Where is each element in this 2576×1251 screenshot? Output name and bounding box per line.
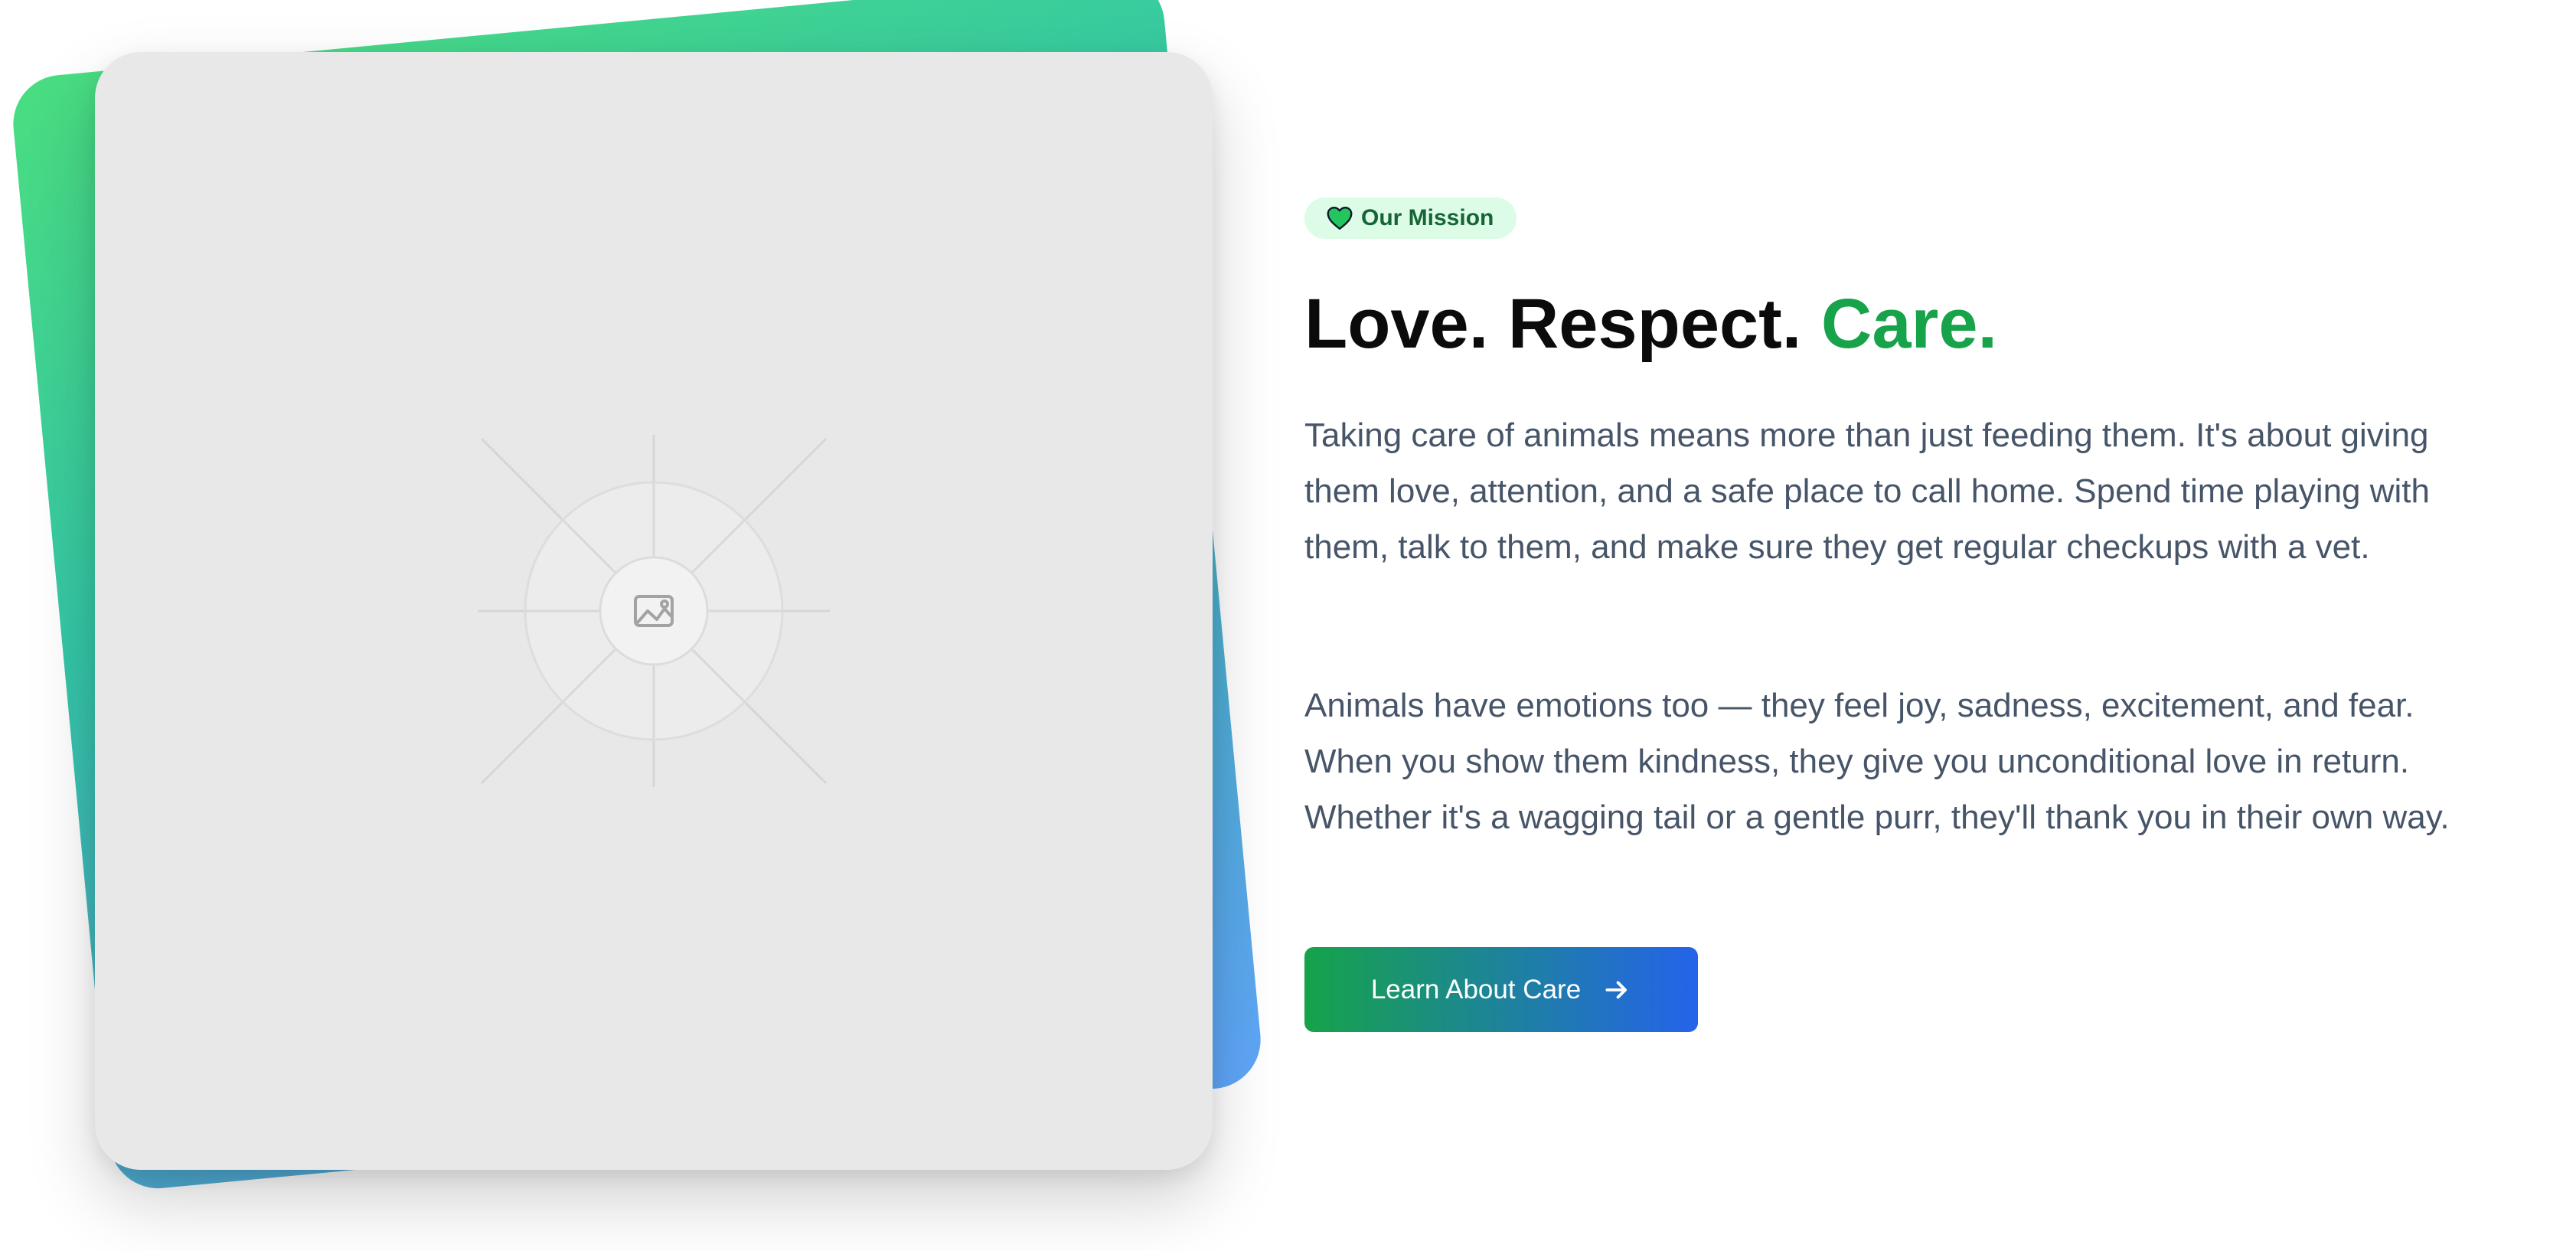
- page-title: Love. Respect. Care.: [1304, 282, 2529, 366]
- intro-paragraph: Taking care of animals means more than j…: [1304, 416, 2430, 566]
- placeholder-inner-ring: [599, 556, 709, 666]
- heart-icon: [1327, 207, 1353, 230]
- title-main: Love. Respect.: [1304, 285, 1821, 363]
- image-card: [95, 52, 1213, 1170]
- mission-badge: Our Mission: [1304, 198, 1517, 239]
- cta-label: Learn About Care: [1370, 974, 1582, 1004]
- emotions-paragraph: Animals have emotions too — they feel jo…: [1304, 687, 2450, 836]
- title-accent: Care.: [1820, 285, 1998, 363]
- media-section: [0, 0, 1301, 1251]
- badge-label: Our Mission: [1361, 205, 1494, 230]
- learn-about-care-button[interactable]: Learn About Care: [1304, 947, 1698, 1032]
- image-placeholder: [478, 435, 830, 787]
- arrow-right-icon: [1605, 981, 1628, 998]
- mission-content: Our Mission Love. Respect. Care. Taking …: [1304, 0, 2529, 1251]
